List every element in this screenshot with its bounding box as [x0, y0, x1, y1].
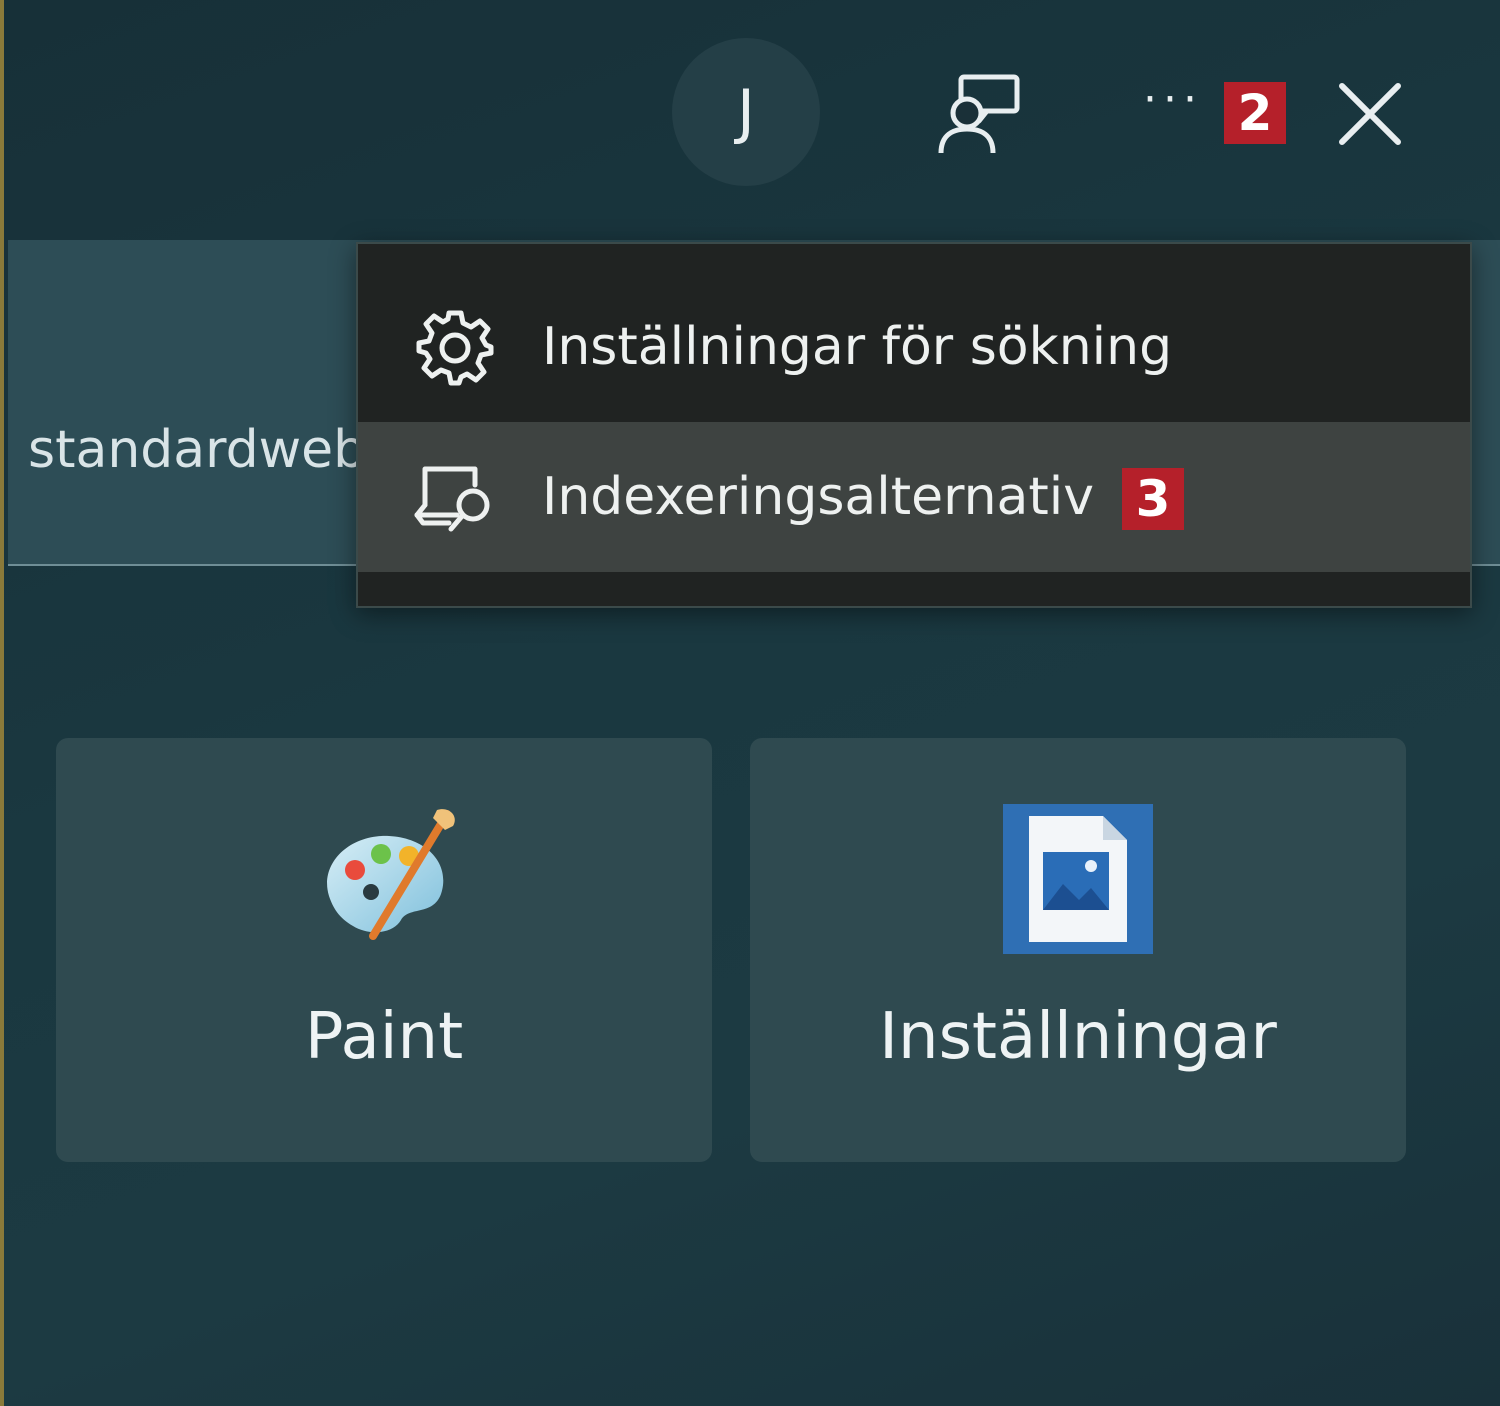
- avatar-letter: J: [737, 77, 755, 147]
- close-button[interactable]: [1330, 74, 1410, 154]
- search-suggestion-text: standardweb: [28, 420, 367, 480]
- more-icon: ···: [1143, 74, 1203, 125]
- menu-item-search-settings[interactable]: Inställningar för sökning: [358, 272, 1470, 422]
- user-avatar[interactable]: J: [672, 38, 820, 186]
- menu-item-label: Indexeringsalternativ: [542, 467, 1095, 527]
- gear-icon: [410, 302, 500, 392]
- app-tile-label: Paint: [304, 1000, 464, 1074]
- close-icon: [1339, 83, 1401, 145]
- more-options-button[interactable]: ···: [1128, 74, 1218, 144]
- app-tile-installningar[interactable]: Inställningar: [750, 738, 1406, 1162]
- indexing-icon: [410, 452, 500, 542]
- more-options-menu: Inställningar för sökning Indexeringsalt…: [356, 242, 1472, 608]
- step-badge-3: 3: [1122, 468, 1184, 530]
- feedback-button[interactable]: [932, 68, 1024, 160]
- search-window: J ··· 2 standardweb Paint Inställningar …: [0, 0, 1500, 1406]
- menu-item-label: Inställningar för sökning: [542, 317, 1173, 377]
- step-badge-2: 2: [1224, 82, 1286, 144]
- feedback-icon: [938, 74, 1020, 154]
- app-tile-label: Inställningar: [879, 1000, 1277, 1074]
- title-bar: J ··· 2: [4, 0, 1500, 236]
- paint-palette-icon: [327, 809, 455, 940]
- image-file-icon: [1003, 804, 1153, 954]
- app-tile-paint[interactable]: Paint: [56, 738, 712, 1162]
- menu-item-indexing-options[interactable]: Indexeringsalternativ: [358, 422, 1470, 572]
